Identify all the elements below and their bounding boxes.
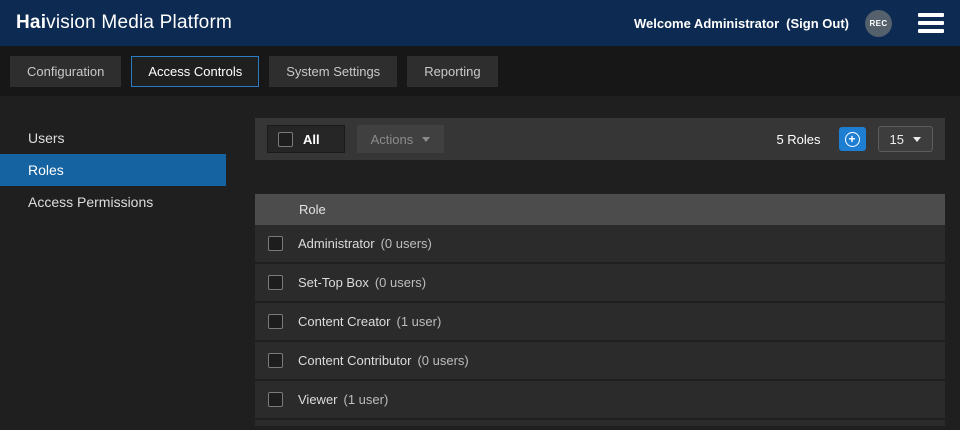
role-user-count: (0 users): [417, 353, 468, 368]
header-right-group: Welcome Administrator (Sign Out) REC: [634, 10, 944, 37]
role-name: Content Creator: [298, 314, 391, 329]
roles-table: Role Administrator (0 users) Set-Top Box…: [255, 194, 945, 426]
page-size-dropdown[interactable]: 15: [878, 126, 933, 152]
role-user-count: (0 users): [381, 236, 432, 251]
top-header: Haivision Media Platform Welcome Adminis…: [0, 0, 960, 46]
sidebar: Users Roles Access Permissions: [0, 96, 240, 430]
row-checkbox[interactable]: [268, 314, 283, 329]
actions-dropdown-button[interactable]: Actions: [357, 125, 445, 153]
role-name: Set-Top Box: [298, 275, 369, 290]
sign-out-link[interactable]: (Sign Out): [786, 16, 849, 31]
table-row[interactable]: Set-Top Box (0 users): [255, 264, 945, 303]
table-row-partial: [255, 420, 945, 426]
row-checkbox[interactable]: [268, 236, 283, 251]
actions-label: Actions: [371, 132, 414, 147]
app-window: Haivision Media Platform Welcome Adminis…: [0, 0, 960, 430]
chevron-down-icon: [422, 137, 430, 142]
roles-toolbar: All Actions 5 Roles + 15: [255, 118, 945, 160]
main-content: All Actions 5 Roles + 15 Role: [255, 96, 945, 430]
rec-badge[interactable]: REC: [865, 10, 892, 37]
chevron-down-icon: [913, 137, 921, 142]
rec-badge-label: REC: [869, 19, 887, 28]
tab-system-settings[interactable]: System Settings: [269, 56, 397, 87]
plus-circle-icon: +: [845, 132, 860, 147]
sidebar-item-users[interactable]: Users: [0, 122, 226, 154]
row-checkbox[interactable]: [268, 392, 283, 407]
role-name: Viewer: [298, 392, 338, 407]
row-checkbox[interactable]: [268, 275, 283, 290]
role-user-count: (1 user): [397, 314, 442, 329]
role-name: Administrator: [298, 236, 375, 251]
main-nav: Configuration Access Controls System Set…: [0, 46, 960, 96]
role-name: Content Contributor: [298, 353, 411, 368]
select-all-control[interactable]: All: [267, 125, 345, 153]
hamburger-menu-icon[interactable]: [918, 13, 944, 33]
brand-rest-text: vision Media Platform: [46, 12, 232, 33]
table-row[interactable]: Content Creator (1 user): [255, 303, 945, 342]
body-row: Users Roles Access Permissions All Actio…: [0, 96, 960, 430]
select-all-label: All: [303, 132, 320, 147]
table-row[interactable]: Viewer (1 user): [255, 381, 945, 420]
table-row[interactable]: Content Contributor (0 users): [255, 342, 945, 381]
table-header-role: Role: [255, 194, 945, 225]
roles-count-label: 5 Roles: [776, 132, 820, 147]
sidebar-item-roles[interactable]: Roles: [0, 154, 226, 186]
role-user-count: (1 user): [344, 392, 389, 407]
row-checkbox[interactable]: [268, 353, 283, 368]
add-role-button[interactable]: +: [839, 127, 866, 151]
tab-configuration[interactable]: Configuration: [10, 56, 121, 87]
welcome-group: Welcome Administrator (Sign Out): [634, 16, 849, 31]
select-all-checkbox[interactable]: [278, 132, 293, 147]
brand-bold-text: Hai: [16, 12, 46, 33]
welcome-text: Welcome Administrator: [634, 16, 779, 31]
tab-reporting[interactable]: Reporting: [407, 56, 497, 87]
brand-logo[interactable]: Haivision Media Platform: [16, 12, 232, 34]
page-size-value: 15: [890, 132, 904, 147]
table-row[interactable]: Administrator (0 users): [255, 225, 945, 264]
sidebar-item-access-permissions[interactable]: Access Permissions: [0, 186, 226, 218]
role-user-count: (0 users): [375, 275, 426, 290]
tab-access-controls[interactable]: Access Controls: [131, 56, 259, 87]
